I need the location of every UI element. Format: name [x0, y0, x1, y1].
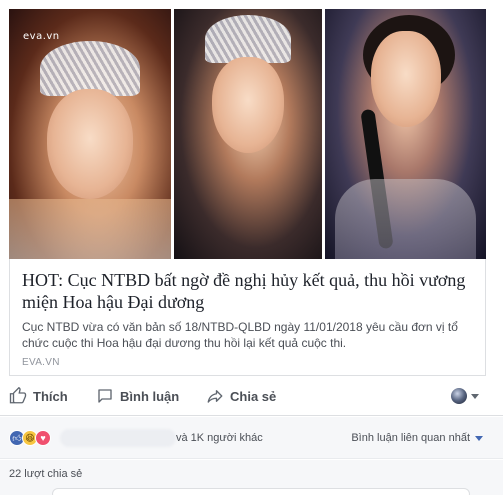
thumbs-up-icon: [9, 387, 27, 404]
reactions-bar: 👍︎ 😆︎ ♥ và 1K người khác Bình luận liên …: [0, 417, 503, 459]
link-description: Cục NTBD vừa có văn bản số 18/NTBD-QLBD …: [22, 320, 458, 350]
face-graphic: [47, 89, 133, 199]
share-arrow-icon: [207, 390, 223, 403]
face-graphic: [212, 57, 284, 153]
facebook-post: eva.vn HOT: Cục NTBD bất ngờ đề nghị hủy…: [0, 0, 503, 495]
blurred-names: [60, 429, 176, 447]
microphone-graphic: [360, 108, 394, 250]
comment-sort-label: Bình luận liên quan nhất: [351, 432, 470, 444]
face-graphic: [370, 31, 441, 127]
crown-graphic: [40, 41, 140, 96]
comment-label: Bình luận: [120, 388, 180, 404]
photo-crowned-woman-1[interactable]: eva.vn: [9, 9, 171, 259]
link-domain: EVA.VN: [22, 357, 60, 368]
link-title[interactable]: HOT: Cục NTBD bất ngờ đề nghị hủy kết qu…: [22, 269, 477, 313]
chevron-down-icon: [471, 393, 479, 399]
action-bar: Thích Bình luận Chia sẻ: [0, 378, 503, 416]
avatar: [451, 388, 467, 404]
post-as-selector[interactable]: [451, 388, 479, 404]
comment-icon: [98, 389, 112, 403]
comment-button[interactable]: Bình luận: [96, 387, 179, 405]
reaction-icons[interactable]: 👍︎ 😆︎ ♥: [9, 430, 51, 446]
reaction-summary[interactable]: và 1K người khác: [176, 432, 263, 444]
love-icon: ♥: [35, 430, 51, 446]
logo: eva.vn: [23, 31, 60, 42]
crown-graphic: [205, 15, 291, 63]
photo-strip[interactable]: eva.vn: [9, 9, 486, 259]
link-preview-card[interactable]: HOT: Cục NTBD bất ngờ đề nghị hủy kết qu…: [9, 259, 486, 376]
photo-crowned-woman-2[interactable]: [174, 9, 322, 259]
like-label: Thích: [33, 388, 68, 404]
chevron-down-icon: [475, 435, 483, 441]
comment-sort-dropdown[interactable]: Bình luận liên quan nhất: [351, 432, 483, 444]
share-label: Chia sẻ: [230, 388, 277, 404]
comment-input-box[interactable]: [52, 488, 470, 495]
share-count[interactable]: 22 lượt chia sẻ: [9, 468, 82, 480]
photo-woman-with-microphone[interactable]: [325, 9, 486, 259]
share-button[interactable]: Chia sẻ: [206, 387, 276, 405]
like-button[interactable]: Thích: [9, 387, 68, 405]
